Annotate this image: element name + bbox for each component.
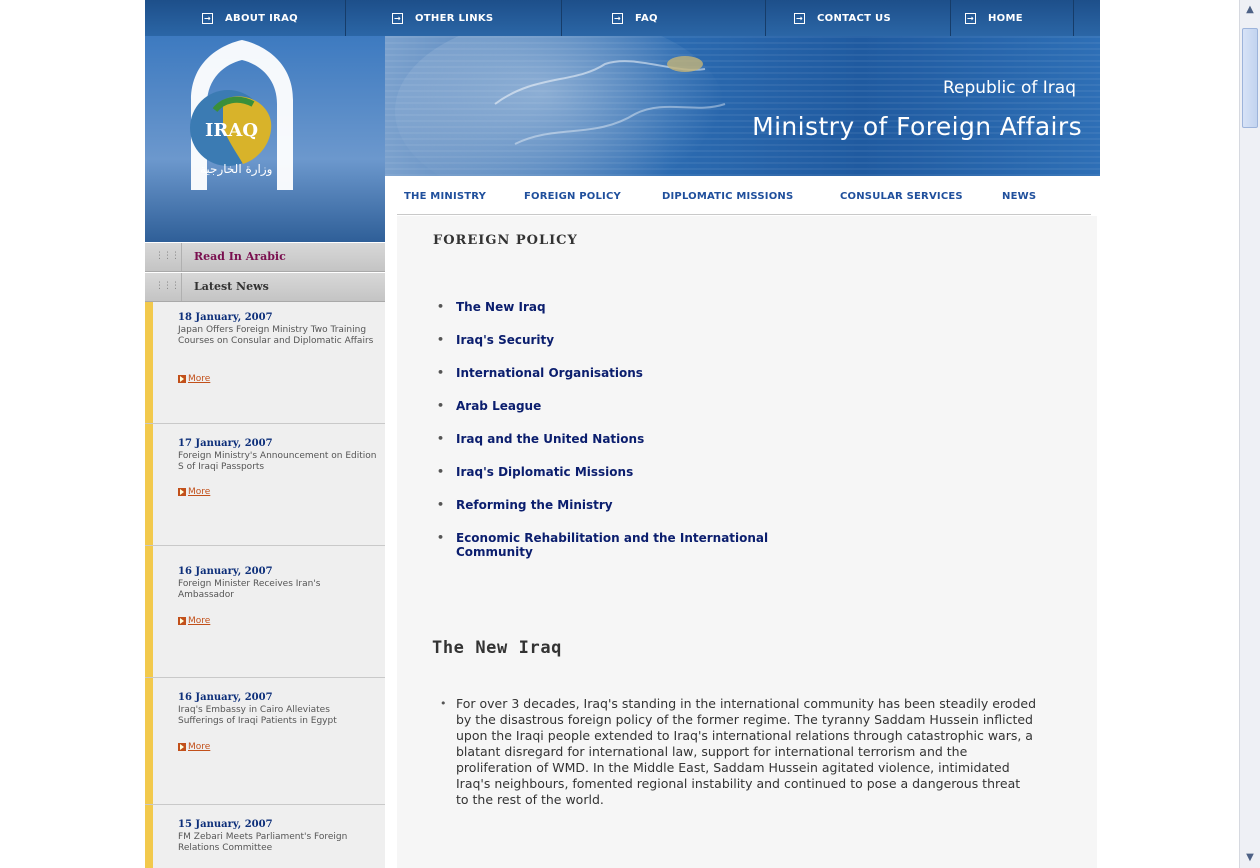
nav-contact-us[interactable]: → CONTACT US	[794, 10, 891, 26]
nav-divider	[345, 0, 346, 36]
news-date: 17 January, 2007	[178, 438, 273, 449]
news-more-link[interactable]: More	[178, 616, 210, 626]
policy-link-diplomatic-missions[interactable]: Iraq's Diplomatic Missions	[437, 465, 816, 479]
arrow-box-icon: →	[202, 12, 213, 24]
news-item: 16 January, 2007 Iraq's Embassy in Cairo…	[145, 678, 385, 805]
grip-dots-icon: ⋮⋮⋮	[155, 251, 180, 261]
banner-title: Ministry of Foreign Affairs	[752, 112, 1082, 141]
read-in-arabic-link[interactable]: Read In Arabic	[194, 250, 286, 263]
nav-label: ABOUT IRAQ	[225, 12, 298, 24]
nav-divider	[1073, 0, 1074, 36]
foreign-policy-link-list: The New Iraq Iraq's Security Internation…	[437, 300, 816, 559]
section-heading: The New Iraq	[432, 638, 563, 658]
policy-link-intl-organisations[interactable]: International Organisations	[437, 366, 816, 380]
latest-news-heading: Latest News	[194, 280, 269, 293]
arrow-right-icon	[178, 375, 186, 383]
news-more-link[interactable]: More	[178, 487, 210, 497]
news-text: Iraq's Embassy in Cairo Alleviates Suffe…	[178, 705, 337, 726]
news-date: 16 January, 2007	[178, 566, 273, 577]
arrow-right-icon	[178, 617, 186, 625]
policy-link-security[interactable]: Iraq's Security	[437, 333, 816, 347]
left-sidebar: IRAQ وزارة الخارجية ⋮⋮⋮ Read In Arabic ⋮…	[145, 36, 385, 868]
vertical-scrollbar[interactable]: ▲ ▼	[1239, 0, 1260, 868]
nav-divider	[950, 0, 951, 36]
news-date: 18 January, 2007	[178, 312, 273, 323]
nav-divider	[765, 0, 766, 36]
arrow-box-icon: →	[612, 12, 623, 24]
menu-the-ministry[interactable]: THE MINISTRY	[404, 191, 486, 202]
banner-subtitle: Republic of Iraq	[942, 78, 1076, 98]
read-in-arabic-bar[interactable]: ⋮⋮⋮ Read In Arabic	[145, 242, 385, 272]
news-text: Foreign Minister Receives Iran's Ambassa…	[178, 579, 321, 600]
body-paragraph: For over 3 decades, Iraq's standing in t…	[440, 696, 1036, 808]
nav-faq[interactable]: → FAQ	[612, 10, 658, 26]
nav-label: CONTACT US	[817, 12, 891, 24]
scroll-up-arrow-icon[interactable]: ▲	[1240, 0, 1260, 20]
bar-divider	[181, 273, 182, 301]
policy-link-economic-rehabilitation[interactable]: Economic Rehabilitation and the Internat…	[437, 531, 816, 559]
menu-news[interactable]: NEWS	[1002, 191, 1036, 202]
arrow-box-icon: →	[392, 12, 403, 24]
news-more-link[interactable]: More	[178, 742, 210, 752]
grip-dots-icon: ⋮⋮⋮	[155, 281, 180, 291]
nav-label: OTHER LINKS	[415, 12, 494, 24]
news-accent	[145, 805, 153, 868]
logo-area: IRAQ وزارة الخارجية	[145, 36, 385, 242]
news-text: FM Zebari Meets Parliament's Foreign Rel…	[178, 832, 348, 853]
latest-news-bar: ⋮⋮⋮ Latest News	[145, 272, 385, 302]
menu-foreign-policy[interactable]: FOREIGN POLICY	[524, 191, 621, 202]
menu-consular-services[interactable]: CONSULAR SERVICES	[840, 191, 963, 202]
arrow-right-icon	[178, 743, 186, 751]
news-date: 16 January, 2007	[178, 692, 273, 703]
news-more-link[interactable]: More	[178, 374, 210, 384]
nav-label: FAQ	[635, 12, 658, 24]
arrow-box-icon: →	[794, 12, 805, 24]
page-title: FOREIGN POLICY	[433, 233, 578, 248]
news-accent	[145, 678, 153, 804]
policy-link-reforming-ministry[interactable]: Reforming the Ministry	[437, 498, 816, 512]
news-item: 17 January, 2007 Foreign Ministry's Anno…	[145, 424, 385, 546]
logo-arabic-text: وزارة الخارجية	[200, 162, 273, 176]
news-date: 15 January, 2007	[178, 819, 273, 830]
policy-link-united-nations[interactable]: Iraq and the United Nations	[437, 432, 816, 446]
arrow-box-icon: →	[965, 12, 976, 24]
news-item: 18 January, 2007 Japan Offers Foreign Mi…	[145, 302, 385, 424]
main-menu: THE MINISTRY FOREIGN POLICY DIPLOMATIC M…	[397, 178, 1091, 215]
policy-link-arab-league[interactable]: Arab League	[437, 399, 816, 413]
nav-label: HOME	[988, 12, 1023, 24]
policy-link-new-iraq[interactable]: The New Iraq	[437, 300, 816, 314]
news-item: 16 January, 2007 Foreign Minister Receiv…	[145, 546, 385, 678]
news-item: 15 January, 2007 FM Zebari Meets Parliam…	[145, 805, 385, 868]
top-navigation: → ABOUT IRAQ → OTHER LINKS → FAQ → CONTA…	[145, 0, 1100, 37]
nav-home[interactable]: → HOME	[965, 10, 1023, 26]
nav-about-iraq[interactable]: → ABOUT IRAQ	[202, 10, 298, 26]
scroll-down-arrow-icon[interactable]: ▼	[1240, 848, 1260, 868]
news-accent	[145, 546, 153, 677]
nav-other-links[interactable]: → OTHER LINKS	[392, 10, 493, 26]
news-text: Foreign Ministry's Announcement on Editi…	[178, 451, 377, 472]
news-accent	[145, 302, 153, 423]
logo-text: IRAQ	[205, 120, 259, 141]
menu-diplomatic-missions[interactable]: DIPLOMATIC MISSIONS	[662, 191, 793, 202]
bar-divider	[181, 243, 182, 271]
map-outline-graphic	[494, 56, 726, 145]
arrow-right-icon	[178, 488, 186, 496]
news-text: Japan Offers Foreign Ministry Two Traini…	[178, 325, 374, 346]
news-accent	[145, 424, 153, 545]
nav-divider	[561, 0, 562, 36]
scrollbar-thumb[interactable]	[1242, 28, 1258, 128]
